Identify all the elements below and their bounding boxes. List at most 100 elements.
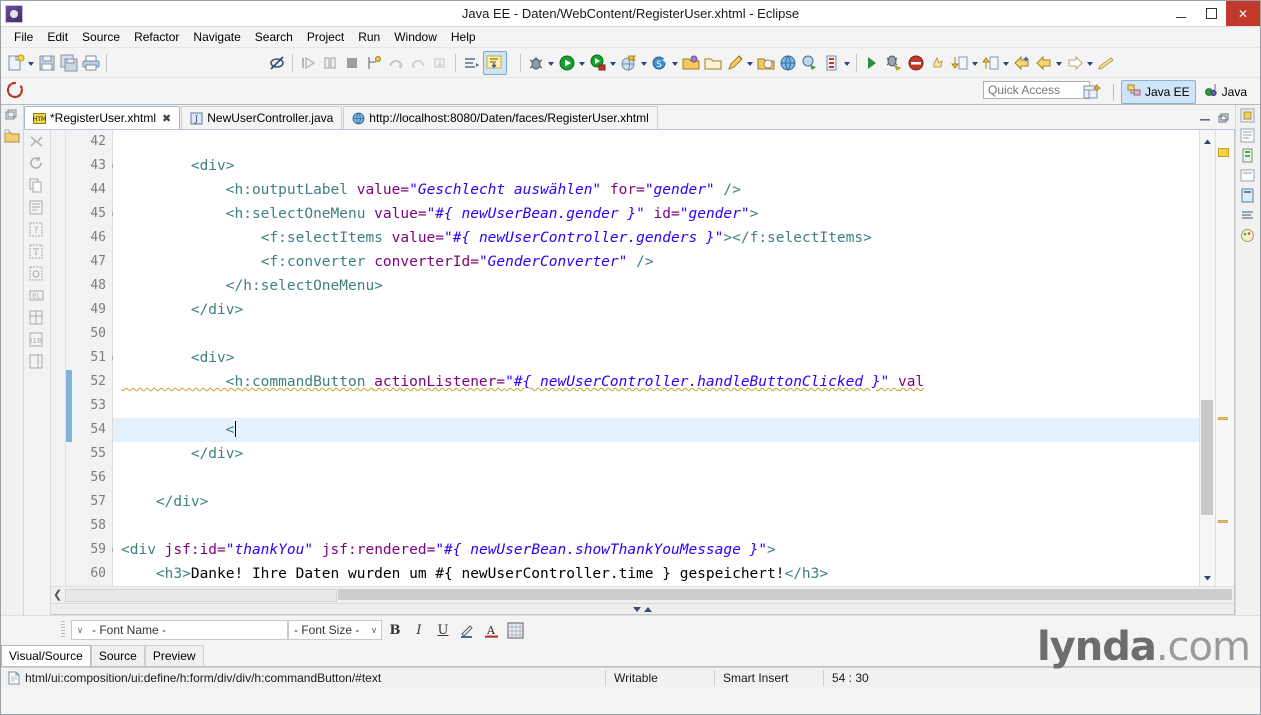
sash-controls[interactable] (51, 603, 1234, 614)
snippets-view-icon[interactable] (1240, 168, 1256, 184)
code-line[interactable]: </div> (113, 442, 1199, 466)
toolbar-grip[interactable] (61, 621, 65, 639)
menu-source[interactable]: Source (75, 29, 127, 45)
menu-window[interactable]: Window (387, 29, 444, 45)
image-map-icon[interactable] (29, 266, 45, 282)
tab-source[interactable]: Source (90, 645, 145, 666)
menu-file[interactable]: File (7, 29, 40, 45)
code-text[interactable]: <div> <h:outputLabel value="Geschlecht a… (113, 130, 1199, 586)
profile-icon[interactable] (588, 53, 608, 73)
deploy-icon[interactable] (800, 53, 820, 73)
horizontal-scrollbar[interactable]: ❮ (51, 586, 1234, 603)
code-line[interactable]: <f:converter converterId="GenderConverte… (113, 250, 1199, 274)
project-explorer-icon[interactable] (4, 128, 20, 144)
menu-navigate[interactable]: Navigate (186, 29, 247, 45)
forward-dropdown-icon[interactable] (1086, 54, 1095, 72)
italic-button[interactable]: I (408, 620, 430, 640)
open-perspective-icon[interactable] (1082, 83, 1102, 102)
text-color-button[interactable] (456, 620, 478, 640)
servers-view-icon[interactable] (1240, 148, 1256, 164)
code-line[interactable] (113, 514, 1199, 538)
minimize-button[interactable] (1166, 1, 1196, 26)
underline-button[interactable]: U (432, 620, 454, 640)
perspective-java[interactable]: J Java (1199, 81, 1252, 103)
run-last-tool-icon[interactable] (483, 50, 507, 75)
new-class-dropdown-icon[interactable] (746, 54, 755, 72)
menu-edit[interactable]: Edit (40, 29, 75, 45)
bold-button[interactable]: B (384, 620, 406, 640)
background-color-button[interactable] (504, 620, 526, 640)
pencil-icon[interactable] (1096, 53, 1116, 73)
scroll-up-icon[interactable] (1203, 135, 1212, 144)
minimize-view-icon[interactable] (1199, 113, 1212, 127)
menu-run[interactable]: Run (351, 29, 387, 45)
source-editor[interactable]: 4243444546474849505152535455565758596061… (51, 130, 1235, 615)
properties-view-icon[interactable] (1240, 108, 1256, 124)
code-line[interactable] (113, 394, 1199, 418)
perspective-java-ee[interactable]: Java EE (1120, 80, 1196, 104)
code-line[interactable]: <h:outputLabel value="Geschlecht auswähl… (113, 178, 1199, 202)
search-dropdown-icon[interactable] (671, 54, 680, 72)
tools-icon[interactable] (29, 134, 45, 150)
back-icon[interactable] (1012, 53, 1032, 73)
collapse-up-icon[interactable] (644, 606, 652, 612)
new-file-icon[interactable] (6, 53, 26, 73)
annotation-ruler[interactable] (51, 130, 66, 586)
edit-location-dropdown-icon[interactable] (971, 54, 980, 72)
code-line[interactable]: </h:selectOneMenu> (113, 274, 1199, 298)
menu-search[interactable]: Search (248, 29, 300, 45)
code-line[interactable]: </div> (113, 490, 1199, 514)
next-edit-location-icon[interactable] (981, 53, 1001, 73)
save-icon[interactable] (37, 53, 57, 73)
font-color-button[interactable]: A (480, 620, 502, 640)
code-line[interactable]: <f:selectItems value="#{ newUserControll… (113, 226, 1199, 250)
forward-back-icon[interactable] (1034, 53, 1054, 73)
profile-dropdown-icon[interactable] (609, 54, 618, 72)
tab-registeruser-xhtml[interactable]: HTM *RegisterUser.xhtml ✖ (24, 106, 181, 129)
server-icon[interactable] (619, 53, 639, 73)
code-line[interactable]: <h:selectOneMenu value="#{ newUserBean.g… (113, 202, 1199, 226)
close-icon[interactable]: ✖ (162, 112, 171, 125)
menu-refactor[interactable]: Refactor (127, 29, 186, 45)
scroll-left-icon[interactable]: ❮ (53, 588, 62, 601)
i18n-icon[interactable]: i18 (29, 332, 45, 348)
search-bug-icon[interactable] (884, 53, 904, 73)
palette-view-icon[interactable] (1240, 228, 1256, 244)
el-expression-icon[interactable]: EL (29, 288, 45, 304)
show-whitespace-icon[interactable] (267, 53, 287, 73)
code-line[interactable]: <div jsf:id="thankYou" jsf:rendered="#{ … (113, 538, 1199, 562)
code-line[interactable]: <h3>Danke! Ihre Daten wurden um #{ newUs… (113, 562, 1199, 586)
overview-warning-marker[interactable] (1218, 520, 1228, 523)
code-line[interactable] (113, 466, 1199, 490)
open-type-icon[interactable] (681, 53, 701, 73)
menu-help[interactable]: Help (444, 29, 483, 45)
code-line[interactable]: < (113, 418, 1199, 442)
tab-newusercontroller-java[interactable]: J NewUserController.java (181, 106, 343, 129)
last-edit-location-icon[interactable] (950, 53, 970, 73)
stop-icon[interactable] (906, 53, 926, 73)
next-location-dropdown-icon[interactable] (1002, 54, 1011, 72)
scroll-thumb[interactable] (1201, 400, 1213, 515)
database-dropdown-icon[interactable] (843, 54, 852, 72)
refresh-icon[interactable] (29, 156, 45, 172)
code-line[interactable]: <div> (113, 154, 1199, 178)
debug-dropdown-icon[interactable] (547, 54, 556, 72)
database-icon[interactable] (822, 53, 842, 73)
open-resource-icon[interactable] (703, 53, 723, 73)
restore-view-icon[interactable] (4, 108, 20, 124)
search-icon[interactable]: S (650, 53, 670, 73)
code-line[interactable]: <h:commandButton actionListener="#{ newU… (113, 370, 1199, 394)
menu-project[interactable]: Project (300, 29, 351, 45)
maximize-button[interactable] (1196, 1, 1226, 26)
scroll-down-icon[interactable] (1203, 572, 1212, 581)
frame-icon[interactable] (29, 354, 45, 370)
new-package-icon[interactable] (756, 53, 776, 73)
hscroll-track[interactable] (338, 589, 1232, 600)
new-dropdown-icon[interactable] (27, 54, 36, 72)
task-list-icon[interactable] (1240, 208, 1256, 224)
new-class-icon[interactable] (725, 53, 745, 73)
tab-visual-source[interactable]: Visual/Source (1, 645, 91, 666)
table-layout-icon[interactable] (29, 310, 45, 326)
collapse-down-icon[interactable] (633, 606, 641, 612)
run-icon[interactable] (557, 53, 577, 73)
